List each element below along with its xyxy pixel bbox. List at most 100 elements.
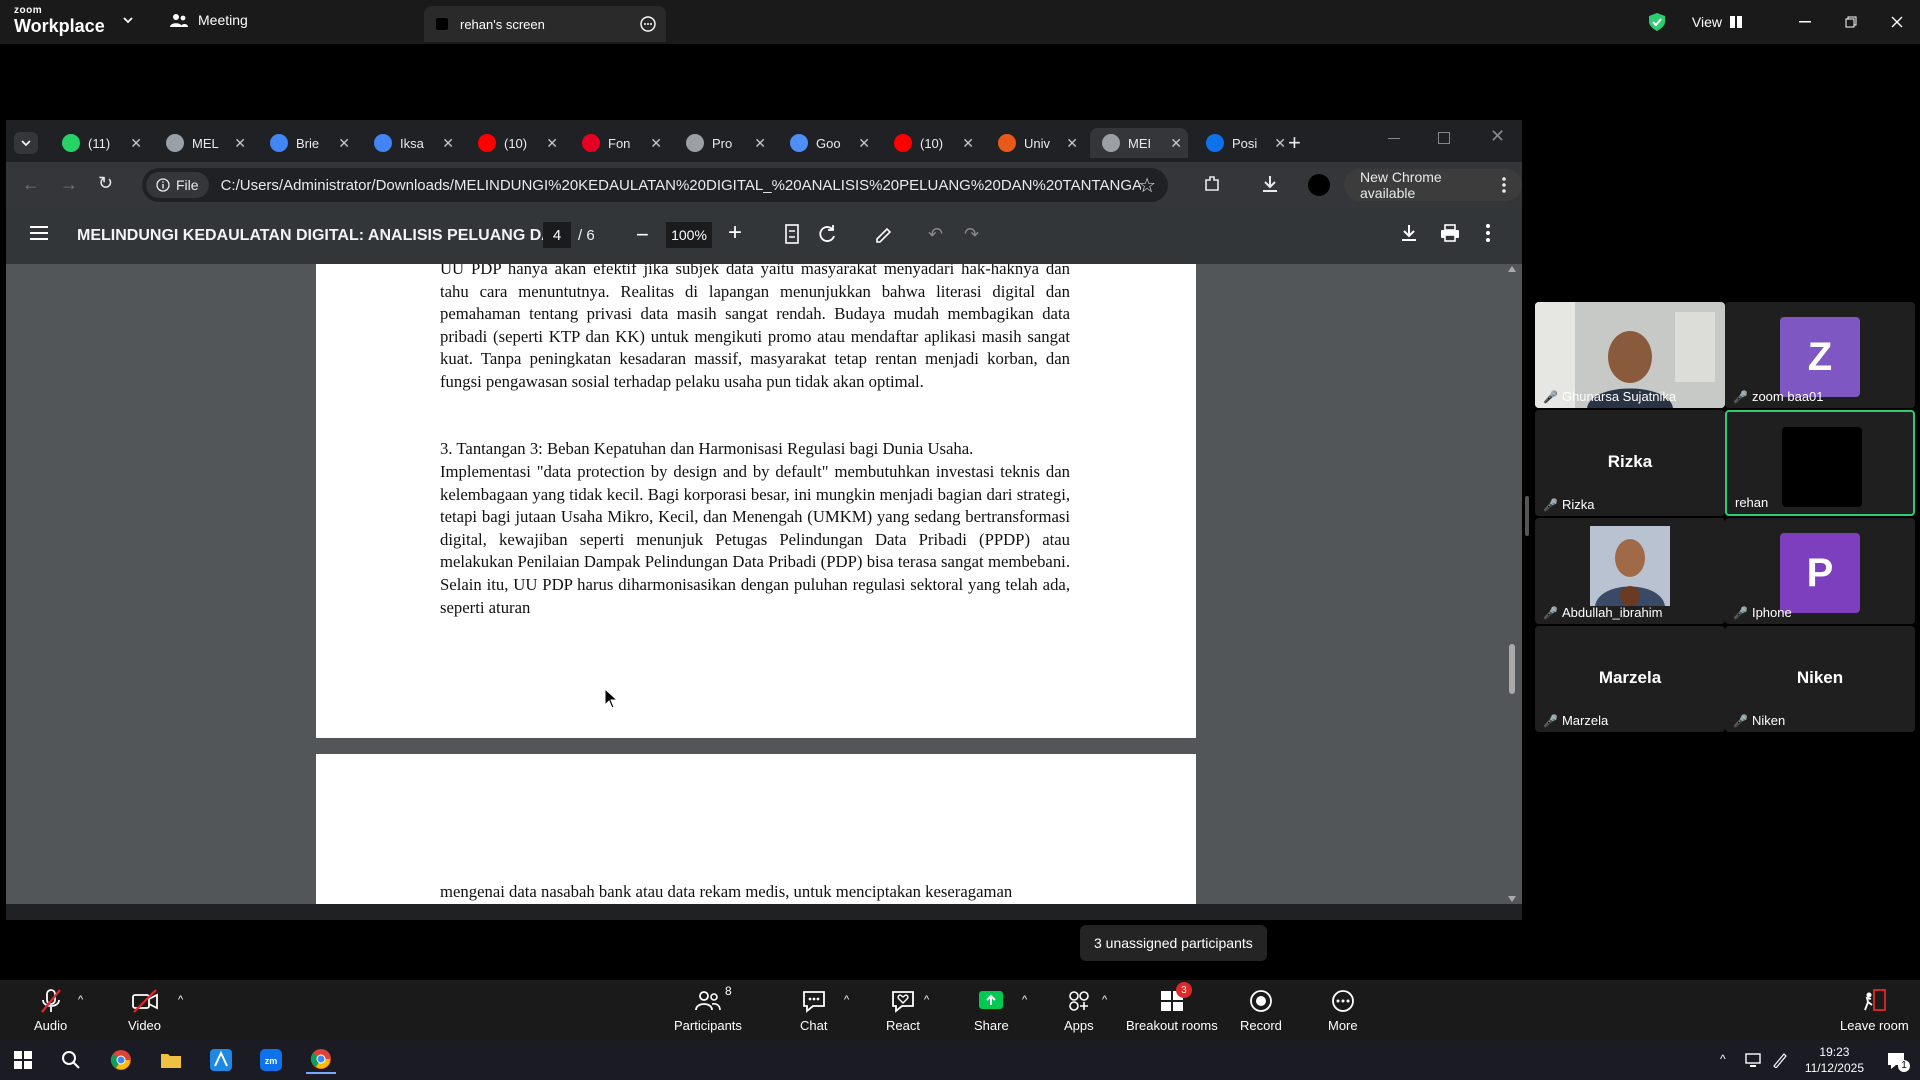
video-options-chevron-icon[interactable]: ^ (178, 994, 183, 1006)
participant-tile[interactable]: Z 🎤 zoom baa01 (1725, 302, 1915, 408)
tab-close-icon[interactable]: ✕ (1274, 135, 1286, 152)
update-chrome-button[interactable]: New Chrome available (1344, 169, 1522, 201)
video-button[interactable]: Video (128, 988, 161, 1033)
meeting-tab[interactable]: Meeting (170, 12, 248, 28)
chrome-restore-button[interactable] (1438, 132, 1450, 144)
participant-tile[interactable]: Rizka 🎤 Rizka (1535, 410, 1725, 516)
search-icon[interactable] (56, 1046, 86, 1074)
chat-options-chevron-icon[interactable]: ^ (844, 994, 849, 1006)
annotate-icon[interactable] (874, 224, 894, 244)
participant-tile[interactable]: 🎤 Abdullah_ibrahim (1535, 518, 1725, 624)
participant-tile[interactable]: Niken 🎤 Niken (1725, 626, 1915, 732)
tray-chevron-icon[interactable]: ^ (1720, 1052, 1726, 1066)
audio-button[interactable]: Audio (34, 988, 67, 1033)
chrome-tab[interactable]: MEI ✕ (1090, 128, 1188, 158)
windows-start-icon[interactable] (8, 1046, 38, 1074)
tab-close-icon[interactable]: ✕ (130, 135, 142, 152)
tab-close-icon[interactable]: ✕ (754, 135, 766, 152)
chrome-taskbar-icon[interactable] (106, 1046, 136, 1074)
chrome-tab[interactable]: (10) ✕ (882, 128, 980, 158)
shield-check-icon[interactable] (1648, 12, 1666, 32)
chrome-active-taskbar-icon[interactable] (306, 1046, 336, 1074)
participants-button[interactable]: 8 Participants (674, 984, 742, 1033)
tab-close-icon[interactable]: ✕ (1170, 135, 1182, 152)
reload-icon[interactable]: ↻ (98, 173, 113, 194)
tab-close-icon[interactable]: ✕ (962, 135, 974, 152)
gallery-resize-handle[interactable] (1525, 496, 1529, 536)
chrome-tab[interactable]: Goo ✕ (778, 128, 876, 158)
chrome-tab[interactable]: Pro ✕ (674, 128, 772, 158)
participant-tile[interactable]: P 🎤 Iphone (1725, 518, 1915, 624)
undo-icon[interactable]: ↶ (928, 224, 943, 245)
participant-tile-active-speaker[interactable]: rehan (1725, 410, 1915, 516)
breakout-rooms-button[interactable]: 3 Breakout rooms (1126, 982, 1218, 1033)
app-blue-icon[interactable] (206, 1046, 236, 1074)
bookmark-star-icon[interactable]: ☆ (1138, 173, 1156, 198)
apps-options-chevron-icon[interactable]: ^ (1102, 994, 1107, 1006)
more-options-icon[interactable] (640, 16, 656, 32)
pdf-scrollbar[interactable] (1506, 264, 1518, 904)
system-clock[interactable]: 19:23 11/12/2025 (1805, 1044, 1864, 1076)
pdf-viewer[interactable]: UU PDP hanya akan efektif jika subjek da… (6, 264, 1522, 904)
zoom-in-icon[interactable]: + (728, 221, 742, 245)
audio-options-chevron-icon[interactable]: ^ (78, 994, 83, 1006)
chrome-tab[interactable]: Iksa ✕ (362, 128, 460, 158)
close-button[interactable] (1874, 0, 1920, 44)
address-bar[interactable]: File C:/Users/Administrator/Downloads/ME… (142, 168, 1168, 202)
tab-close-icon[interactable]: ✕ (234, 135, 246, 152)
chrome-tab[interactable]: Fon ✕ (570, 128, 668, 158)
chrome-tab[interactable]: Brie ✕ (258, 128, 356, 158)
pdf-more-icon[interactable] (1486, 224, 1490, 242)
share-button[interactable]: Share (974, 988, 1009, 1033)
minimize-button[interactable] (1782, 0, 1828, 44)
zoom-taskbar-icon[interactable]: zm (256, 1046, 286, 1074)
zoom-out-icon[interactable]: − (636, 224, 649, 246)
zoom-level-input[interactable]: 100% (666, 222, 712, 248)
view-button[interactable]: View (1692, 14, 1742, 30)
chat-button[interactable]: Chat (800, 988, 827, 1033)
url-text[interactable]: C:/Users/Administrator/Downloads/MELINDU… (221, 177, 1141, 194)
file-explorer-icon[interactable] (156, 1046, 186, 1074)
chrome-tab[interactable]: Univ ✕ (986, 128, 1084, 158)
react-button[interactable]: React (886, 988, 920, 1033)
tab-close-icon[interactable]: ✕ (338, 135, 350, 152)
new-tab-button[interactable]: + (1288, 130, 1301, 156)
more-button[interactable]: More (1328, 988, 1358, 1033)
back-icon[interactable]: ← (22, 174, 40, 195)
apps-button[interactable]: Apps (1064, 988, 1094, 1033)
share-options-chevron-icon[interactable]: ^ (1022, 994, 1027, 1006)
chrome-minimize-button[interactable] (1388, 138, 1400, 139)
profile-avatar[interactable] (1308, 174, 1330, 196)
redo-icon[interactable]: ↷ (964, 224, 979, 245)
chrome-tab[interactable]: MEL ✕ (154, 128, 252, 158)
fit-page-icon[interactable] (784, 224, 800, 244)
hamburger-menu-icon[interactable] (30, 226, 48, 240)
page-number-input[interactable]: 4 (543, 222, 571, 248)
restore-button[interactable] (1828, 0, 1874, 44)
participant-tile[interactable]: Marzela 🎤 Marzela (1535, 626, 1725, 732)
react-options-chevron-icon[interactable]: ^ (924, 994, 929, 1006)
tab-search-icon[interactable] (14, 132, 38, 154)
downloads-icon[interactable] (1260, 174, 1280, 194)
network-icon[interactable] (1744, 1052, 1762, 1068)
chrome-close-button[interactable]: ✕ (1490, 126, 1505, 147)
tab-close-icon[interactable]: ✕ (858, 135, 870, 152)
rotate-icon[interactable] (818, 224, 838, 244)
tab-close-icon[interactable]: ✕ (546, 135, 558, 152)
print-icon[interactable] (1440, 224, 1460, 242)
chevron-down-icon[interactable] (122, 14, 134, 26)
screen-share-tab[interactable]: rehan's screen (424, 6, 666, 42)
leave-room-button[interactable]: Leave room (1840, 988, 1909, 1033)
chrome-tab[interactable]: Posi ✕ (1194, 128, 1292, 158)
pen-icon[interactable] (1772, 1052, 1788, 1068)
tab-close-icon[interactable]: ✕ (650, 135, 662, 152)
chrome-tab[interactable]: (11) ✕ (50, 128, 148, 158)
tab-close-icon[interactable]: ✕ (1066, 135, 1078, 152)
download-icon[interactable] (1400, 224, 1418, 242)
chrome-tab[interactable]: (10) ✕ (466, 128, 564, 158)
file-chip[interactable]: File (146, 172, 209, 198)
record-button[interactable]: Record (1240, 988, 1282, 1033)
participant-tile[interactable]: 🎤 Ghunarsa Sujatnika (1535, 302, 1725, 408)
extensions-icon[interactable] (1202, 174, 1222, 194)
forward-icon[interactable]: → (60, 174, 78, 195)
